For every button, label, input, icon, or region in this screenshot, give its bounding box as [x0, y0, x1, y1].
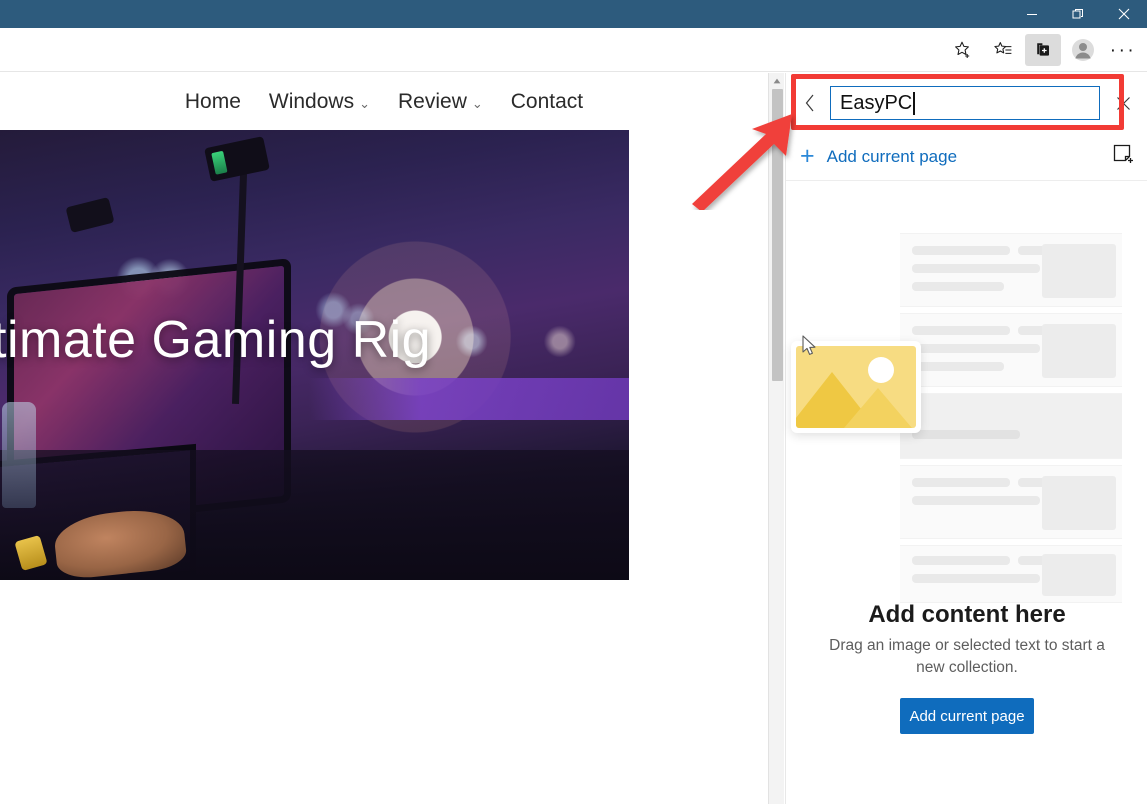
hero-bottle: [2, 402, 36, 508]
browser-window: ··· Home Windows ⌄ Review ⌄ Contact tima…: [0, 0, 1147, 804]
collection-name-input[interactable]: EasyPC: [830, 86, 1100, 120]
nav-item-review[interactable]: Review ⌄: [398, 90, 483, 114]
profile-icon[interactable]: [1065, 34, 1101, 66]
empty-state-subtitle: Drag an image or selected text to start …: [829, 637, 1105, 677]
nav-label: Contact: [510, 89, 584, 113]
add-current-page-link[interactable]: + Add current page: [800, 144, 957, 169]
hero-camera: [204, 136, 270, 182]
page-scrollbar[interactable]: [768, 73, 784, 804]
collections-panel: EasyPC + Add current page Add content he…: [785, 73, 1147, 804]
window-controls: [1009, 0, 1147, 28]
chevron-down-icon: ⌄: [359, 95, 370, 111]
scrollbar-thumb[interactable]: [772, 89, 783, 381]
add-current-page-button[interactable]: Add current page: [900, 698, 1034, 734]
collections-icon[interactable]: [1025, 34, 1061, 66]
page-viewport: Home Windows ⌄ Review ⌄ Contact timate G…: [0, 73, 768, 804]
add-current-page-label: Add current page: [826, 146, 958, 166]
empty-state-title: Add content here: [868, 601, 1066, 628]
wireframe-row: [900, 233, 1122, 307]
plus-icon: +: [800, 142, 815, 170]
chevron-down-icon: ⌄: [471, 95, 483, 111]
browser-toolbar: ···: [0, 28, 1147, 72]
wireframe-list: [900, 233, 1122, 603]
mountain-shape-small: [844, 388, 912, 428]
scroll-up-icon[interactable]: [769, 73, 785, 89]
nav-item-contact[interactable]: Contact: [511, 90, 583, 114]
more-dots-label: ···: [1109, 39, 1137, 61]
close-button[interactable]: [1101, 0, 1147, 28]
add-favorite-icon[interactable]: [945, 34, 981, 66]
nav-label: Review: [398, 89, 467, 113]
wireframe-row: [900, 313, 1122, 387]
nav-label: Windows: [268, 89, 355, 113]
favorites-icon[interactable]: [985, 34, 1021, 66]
add-note-icon[interactable]: [1112, 143, 1134, 170]
restore-button[interactable]: [1055, 0, 1101, 28]
empty-state-illustration: [786, 193, 1147, 613]
wireframe-row: [900, 545, 1122, 603]
text-caret: [913, 91, 915, 115]
minimize-button[interactable]: [1009, 0, 1055, 28]
nav-item-home[interactable]: Home: [185, 90, 241, 114]
hero-camera-secondary: [65, 197, 115, 233]
collections-panel-header: EasyPC: [786, 73, 1147, 133]
collection-name-value: EasyPC: [840, 91, 913, 114]
collections-actions-row: + Add current page: [786, 133, 1147, 181]
hero-purple-light: [309, 378, 629, 420]
nav-label: Home: [184, 89, 241, 113]
hero-banner-image: timate Gaming Rig: [0, 130, 629, 580]
close-panel-icon[interactable]: [1108, 88, 1138, 118]
wireframe-row-highlighted: [900, 393, 1122, 459]
settings-more-icon[interactable]: ···: [1105, 34, 1141, 66]
nav-item-windows[interactable]: Windows ⌄: [269, 90, 370, 114]
toolbar-icon-group: ···: [945, 28, 1141, 72]
cursor-icon: [801, 335, 817, 362]
hero-title: timate Gaming Rig: [0, 311, 432, 369]
title-bar: [0, 0, 1147, 28]
back-chevron-icon[interactable]: [796, 88, 824, 118]
wireframe-row: [900, 465, 1122, 539]
site-navigation: Home Windows ⌄ Review ⌄ Contact: [0, 73, 768, 130]
